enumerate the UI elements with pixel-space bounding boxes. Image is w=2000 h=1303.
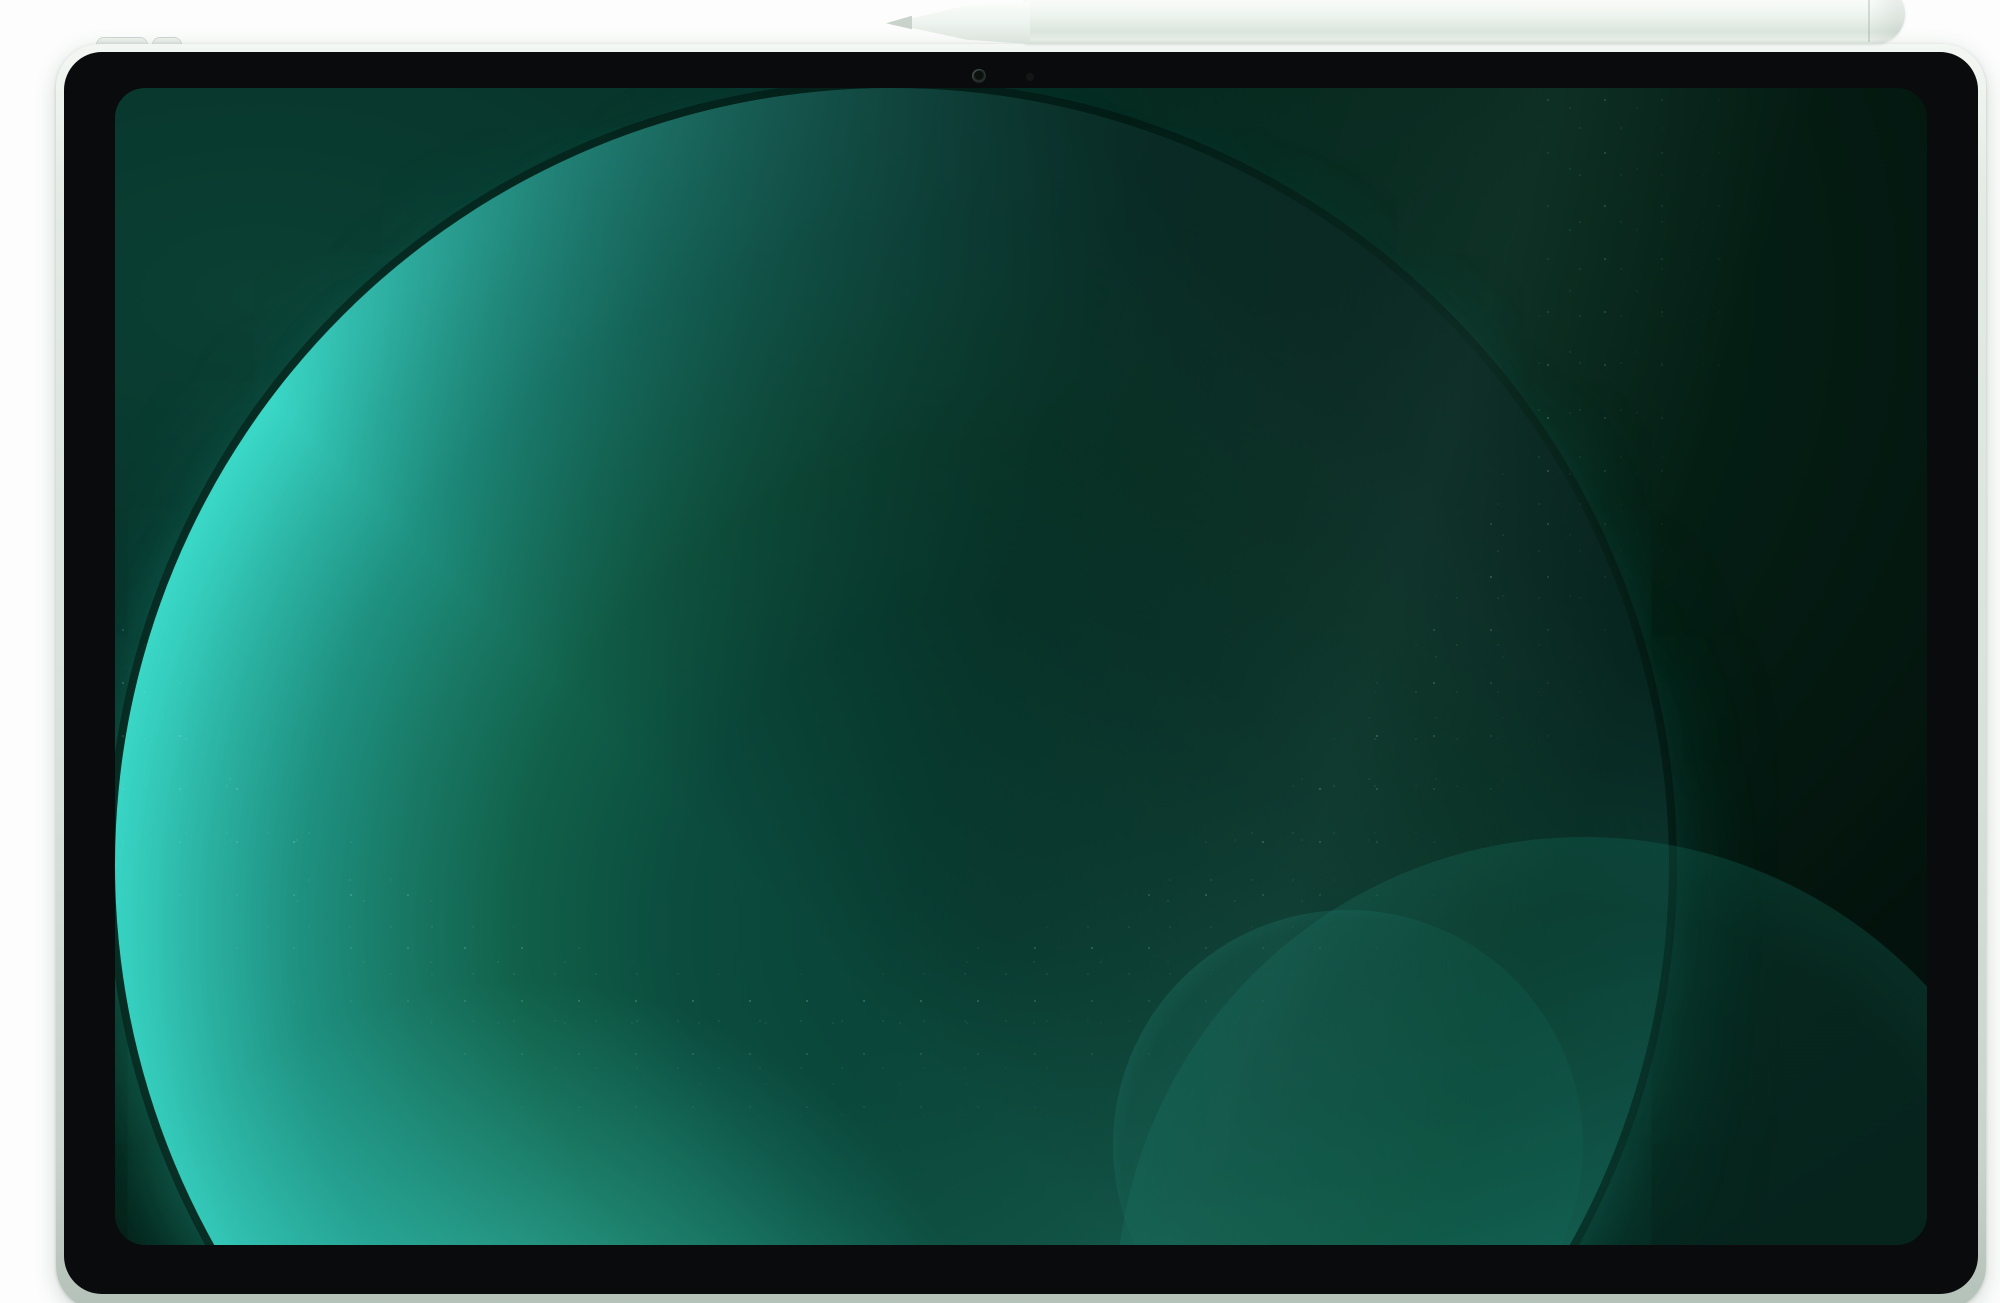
tablet-device (56, 44, 1986, 1303)
front-camera (972, 69, 986, 83)
screen-bezel (64, 52, 1978, 1294)
stylus-body (1025, 0, 1905, 44)
light-sensor (1026, 73, 1034, 81)
tablet-screen (115, 88, 1927, 1245)
stylus-cap-seam (1868, 0, 1870, 42)
product-photo-stage (0, 0, 2000, 1303)
stylus-nib (886, 15, 912, 30)
s-pen-stylus (886, 0, 1910, 48)
screen-reflection (115, 88, 1927, 1245)
